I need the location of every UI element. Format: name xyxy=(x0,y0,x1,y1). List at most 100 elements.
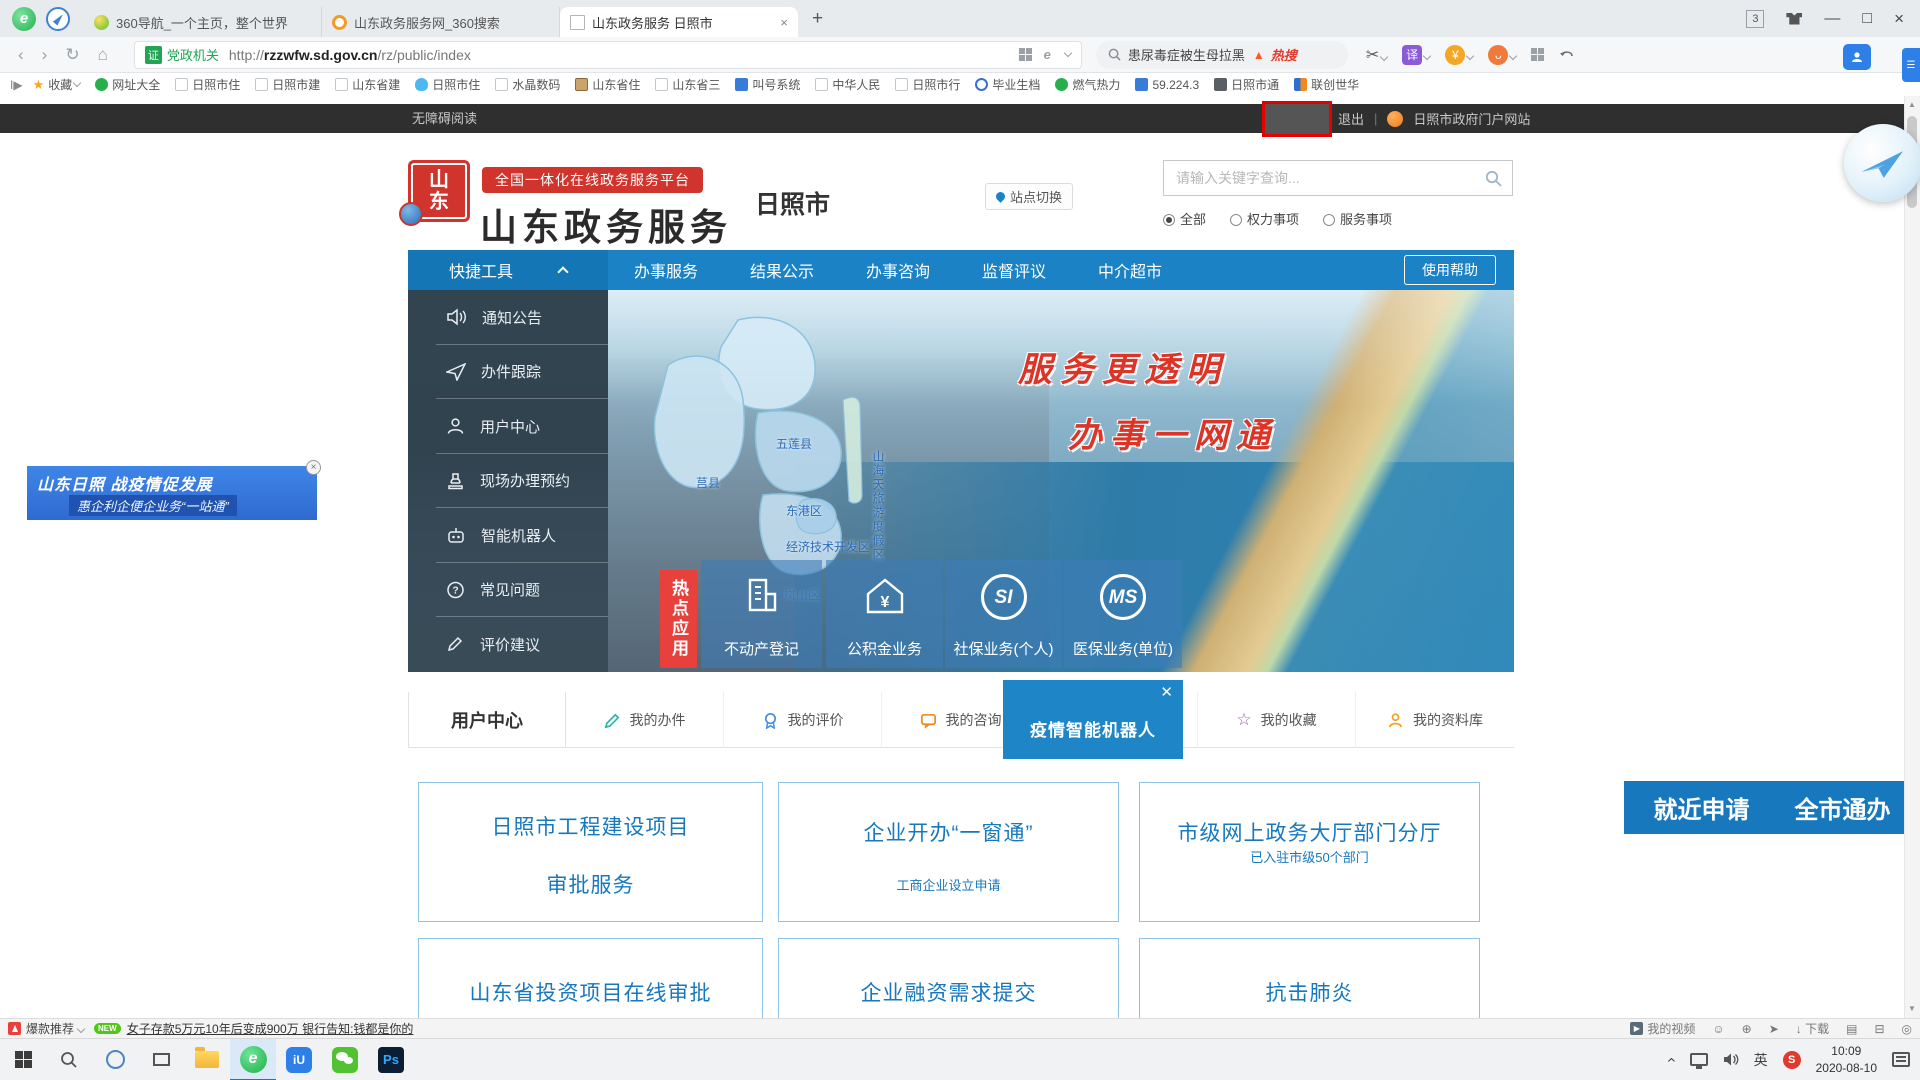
iu-app-button[interactable]: iU xyxy=(276,1039,322,1080)
network-icon[interactable] xyxy=(1690,1053,1708,1066)
tab-my-favorites[interactable]: ☆ 我的收藏 xyxy=(1198,692,1356,748)
map-label-juxian[interactable]: 莒县 xyxy=(696,474,720,491)
page-scrollbar[interactable] xyxy=(1904,96,1920,1018)
filter-service-items[interactable]: 服务事项 xyxy=(1323,209,1392,228)
help-button[interactable]: 使用帮助 xyxy=(1404,255,1496,285)
boost-icon[interactable]: ➤ xyxy=(1769,1022,1779,1036)
bookmark-item[interactable]: 燃气热力 xyxy=(1055,76,1120,93)
nav-item-services[interactable]: 办事服务 xyxy=(608,258,724,282)
cortana-button[interactable] xyxy=(92,1039,138,1080)
ime-icon[interactable]: S xyxy=(1783,1051,1801,1069)
emoji-icon[interactable]: ☺ xyxy=(1712,1022,1724,1036)
crosshair-icon[interactable]: ⊕ xyxy=(1742,1022,1752,1036)
map-label-wulian[interactable]: 五莲县 xyxy=(776,435,812,452)
filter-power-items[interactable]: 权力事项 xyxy=(1230,209,1299,228)
card-construction-approval[interactable]: 日照市工程建设项目 审批服务 xyxy=(418,782,763,922)
tab-user-center[interactable]: 用户中心 xyxy=(408,692,566,748)
language-indicator[interactable]: 英 xyxy=(1754,1050,1768,1070)
compat-mode-icon[interactable]: e xyxy=(1044,47,1051,62)
highlighted-username-box[interactable] xyxy=(1262,101,1332,137)
browser-tab-1[interactable]: 360导航_一个主页，整个世界 xyxy=(84,7,322,37)
quick-menu-onsite[interactable]: 现场办理预约 xyxy=(408,454,608,509)
tray-expand-icon[interactable]: › xyxy=(1663,1057,1681,1062)
panel-icon[interactable]: ▤ xyxy=(1846,1022,1857,1036)
map-label-donggang[interactable]: 东港区 xyxy=(786,502,822,519)
browser-account-icon[interactable] xyxy=(1843,44,1871,70)
photoshop-button[interactable]: Ps xyxy=(368,1039,414,1080)
new-tab-button[interactable]: + xyxy=(812,8,823,30)
wallet-icon[interactable]: ¥ xyxy=(1445,45,1473,65)
nearby-apply[interactable]: 就近申请 xyxy=(1654,790,1750,825)
bookmark-item[interactable]: 网址大全 xyxy=(95,76,160,93)
url-dropdown-icon[interactable] xyxy=(1064,49,1072,57)
bookmark-item[interactable]: 毕业生档 xyxy=(975,76,1040,93)
bookmark-item[interactable]: 日照市行 xyxy=(895,76,960,93)
hot-app-medical-insurance[interactable]: MS 医保业务(单位) xyxy=(1064,560,1182,668)
browser-search-box[interactable]: 患尿毒症被生母拉黑 ▲ 热搜 xyxy=(1096,41,1348,69)
accessibility-link[interactable]: 无障碍阅读 xyxy=(412,104,477,133)
search-icon[interactable] xyxy=(1485,170,1502,187)
nav-item-consult[interactable]: 办事咨询 xyxy=(840,258,956,282)
bookmark-item[interactable]: 山东省建 xyxy=(335,76,400,93)
hot-app-housing-fund[interactable]: ¥ 公积金业务 xyxy=(826,560,943,668)
promo-ad-banner[interactable]: 山东日照 战疫情促发展 惠企利企便企业务“一站通” × xyxy=(27,466,317,520)
url-grid-icon[interactable] xyxy=(1019,48,1032,61)
bookmark-item[interactable]: 水晶数码 xyxy=(495,76,560,93)
file-explorer-button[interactable] xyxy=(184,1039,230,1080)
recommend-headline[interactable]: 女子存款5万元10年后变成900万 银行告知:钱都是你的 xyxy=(127,1020,414,1037)
hot-search-query[interactable]: 患尿毒症被生母拉黑 xyxy=(1128,45,1245,64)
quick-menu-faq[interactable]: ? 常见问题 xyxy=(408,563,608,618)
translate-icon[interactable]: 译 xyxy=(1402,45,1430,65)
bookmark-item[interactable]: 联创世华 xyxy=(1294,76,1359,93)
quick-menu-tracking[interactable]: 办件跟踪 xyxy=(408,345,608,400)
card-department-halls[interactable]: 市级网上政务大厅部门分厅 已入驻市级50个部门 xyxy=(1139,782,1480,922)
browser-logo-icon[interactable]: e xyxy=(12,7,36,31)
scroll-down-icon[interactable]: ▼ xyxy=(1908,1004,1916,1013)
address-bar[interactable]: 证 党政机关 http://rzzwfw.sd.gov.cn/rz/public… xyxy=(134,41,1082,69)
quick-menu-robot[interactable]: 智能机器人 xyxy=(408,508,608,563)
game-icon[interactable]: ᴗ xyxy=(1488,45,1516,65)
close-icon[interactable]: ✕ xyxy=(1160,683,1173,701)
refresh-button[interactable]: ↻ xyxy=(65,45,79,65)
url-text[interactable]: http://rzzwfw.sd.gov.cn/rz/public/index xyxy=(229,47,471,63)
favorites-menu[interactable]: ★ 收藏 xyxy=(33,76,81,93)
bookmark-item[interactable]: 59.224.3 xyxy=(1135,78,1199,92)
ad-close-icon[interactable]: × xyxy=(306,460,321,475)
apps-grid-icon[interactable] xyxy=(1531,48,1544,61)
bookmark-item[interactable]: 日照市住 xyxy=(175,76,240,93)
bookmark-item[interactable]: 山东省住 xyxy=(575,76,640,93)
tab-my-items[interactable]: 我的办件 xyxy=(566,692,724,748)
task-view-button[interactable] xyxy=(138,1039,184,1080)
map-label-shanhaitian[interactable]: 山海天旅游度假区 xyxy=(870,450,887,562)
tab-close-icon[interactable]: × xyxy=(780,15,788,30)
close-button[interactable]: × xyxy=(1894,9,1904,29)
map-label-kaifaqu[interactable]: 经济技术开发区 xyxy=(786,538,870,555)
card-enterprise-open[interactable]: 企业开办“一窗通” 工商企业设立申请 xyxy=(778,782,1119,922)
hot-app-real-estate[interactable]: 不动产登记 xyxy=(701,560,822,668)
bookmark-item[interactable]: 山东省三 xyxy=(655,76,720,93)
hot-app-social-insurance[interactable]: SI 社保业务(个人) xyxy=(945,560,1062,668)
site-search-input[interactable] xyxy=(1164,161,1464,195)
skin-icon[interactable] xyxy=(1786,13,1802,25)
tab-my-reviews[interactable]: 我的评价 xyxy=(724,692,882,748)
window-split-icon[interactable]: ⊟ xyxy=(1874,1022,1884,1036)
logout-link[interactable]: 退出 xyxy=(1338,109,1364,128)
back-button[interactable]: ‹ xyxy=(18,45,24,65)
site-switch-button[interactable]: 站点切换 xyxy=(985,183,1073,210)
minimize-button[interactable]: — xyxy=(1824,10,1840,28)
recommend-label[interactable]: 爆款推荐 xyxy=(26,1020,74,1037)
forward-button[interactable]: › xyxy=(42,45,48,65)
taskbar-search-button[interactable] xyxy=(46,1039,92,1080)
wechat-button[interactable] xyxy=(322,1039,368,1080)
nav-item-agency[interactable]: 中介超市 xyxy=(1072,258,1188,282)
bookmark-item[interactable]: 日照市通 xyxy=(1214,76,1279,93)
scroll-up-icon[interactable]: ▲ xyxy=(1908,100,1916,109)
maximize-button[interactable]: □ xyxy=(1862,10,1872,28)
download-button[interactable]: ↓ 下载 xyxy=(1796,1020,1829,1037)
nav-item-results[interactable]: 结果公示 xyxy=(724,258,840,282)
undo-icon[interactable] xyxy=(1559,48,1575,62)
bookmark-item[interactable]: 日照市住 xyxy=(415,76,480,93)
nav-item-supervise[interactable]: 监督评议 xyxy=(956,258,1072,282)
bookmark-item[interactable]: 叫号系统 xyxy=(735,76,800,93)
nearby-apply-bar[interactable]: 就近申请 全市通办 xyxy=(1624,781,1920,834)
